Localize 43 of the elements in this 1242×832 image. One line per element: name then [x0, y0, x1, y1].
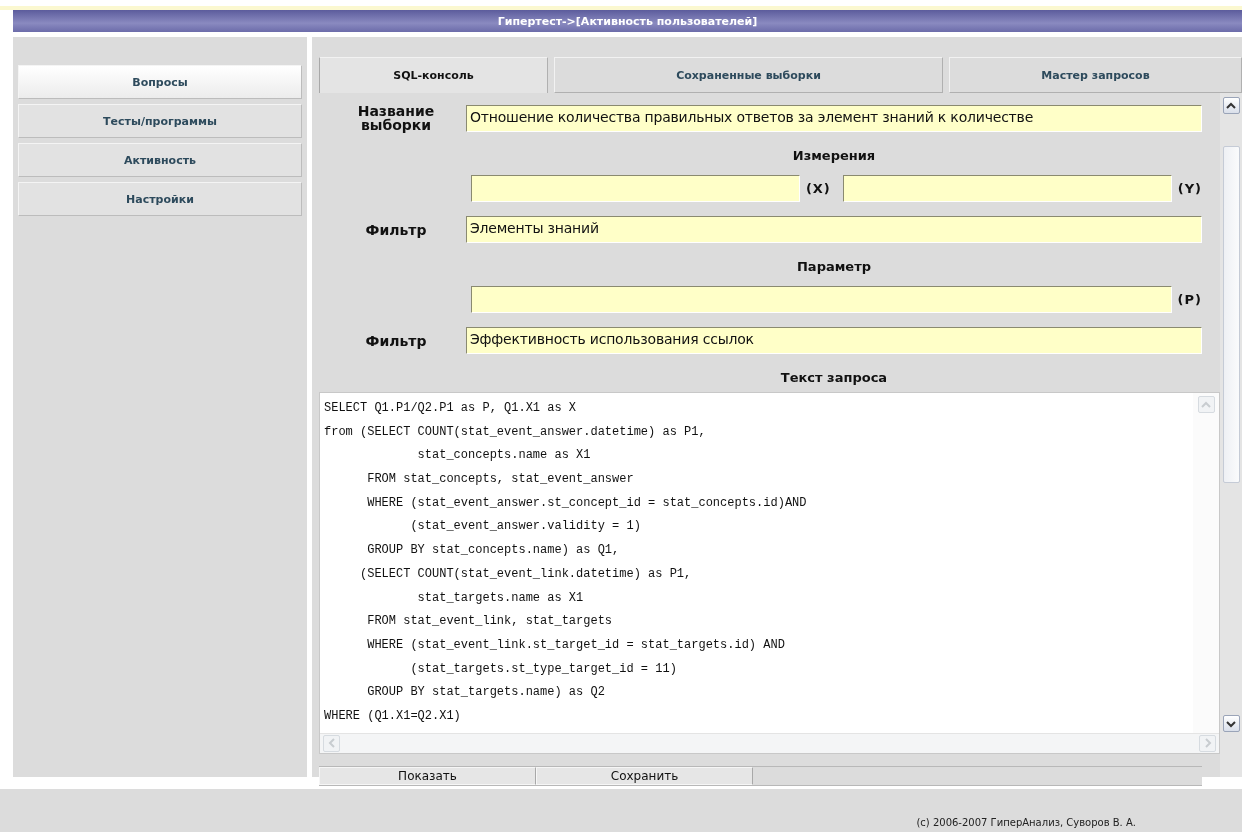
code-line: WHERE (stat_event_answer.st_concept_id = stat_concepts.id)AND: [366, 494, 807, 512]
field-label: Фильтр: [364, 333, 428, 348]
axis-label: (P): [1176, 292, 1202, 307]
field-label: Фильтр: [364, 222, 428, 237]
axis-label: (X): [804, 181, 831, 196]
code-line: from (SELECT COUNT(stat_event_answer.datetime) as P1,: [324, 423, 706, 441]
action-button[interactable]: Сохранить: [536, 766, 753, 785]
input-field[interactable]: Элементы знаний: [466, 216, 1202, 243]
code-line: FROM stat_event_link, stat_targets: [366, 613, 613, 631]
scroll-up-button[interactable]: [1222, 97, 1240, 114]
copyright-text: (c) 2006-2007 ГиперАнализ, Суворов В. А.: [916, 817, 1136, 828]
field-label: Название выборки: [356, 104, 436, 132]
action-button[interactable]: Показать: [319, 766, 536, 785]
tab[interactable]: Мастер запросов: [949, 57, 1242, 93]
section-heading: Измерения: [791, 148, 877, 163]
section-heading: Текст запроса: [779, 370, 889, 385]
sidebar-item[interactable]: Настройки: [18, 182, 302, 216]
sidebar-item[interactable]: Вопросы: [18, 65, 302, 99]
code-line: (stat_event_answer.validity = 1): [409, 518, 641, 536]
code-line: (SELECT COUNT(stat_event_link.datetime) as P1,: [359, 565, 692, 583]
input-field[interactable]: Эффективность использования ссылок: [466, 327, 1202, 354]
code-line: GROUP BY stat_concepts.name) as Q1,: [366, 542, 620, 560]
tab[interactable]: Сохраненные выборки: [554, 57, 943, 93]
window-title: Гипертест->[Активность пользователей]: [13, 10, 1242, 32]
tab[interactable]: SQL-консоль: [319, 57, 548, 93]
code-line: stat_concepts.name as X1: [416, 447, 591, 465]
sidebar-item[interactable]: Тесты/программы: [18, 104, 302, 138]
axis-label: (Y): [1176, 181, 1202, 196]
input-field[interactable]: [471, 175, 800, 202]
input-field[interactable]: Отношение количества правильных ответов за элемент знаний к количестве: [466, 104, 1202, 132]
code-line: (stat_targets.st_type_target_id = 11): [409, 660, 677, 678]
section-heading: Параметр: [796, 259, 872, 274]
code-line: WHERE (Q1.X1=Q2.X1): [324, 707, 461, 725]
code-line: FROM stat_concepts, stat_event_answer: [366, 471, 634, 489]
input-field[interactable]: [842, 175, 1172, 202]
input-field[interactable]: [471, 286, 1172, 313]
code-line: GROUP BY stat_targets.name) as Q2: [366, 684, 605, 702]
sidebar-item[interactable]: Активность: [18, 143, 302, 177]
code-line: WHERE (stat_event_link.st_target_id = stat_targets.id) AND: [366, 636, 785, 654]
scroll-down-button[interactable]: [1222, 715, 1240, 732]
code-line: stat_targets.name as X1: [416, 589, 584, 607]
scrollbar-thumb[interactable]: [1222, 146, 1240, 483]
code-line: SELECT Q1.P1/Q2.P1 as P, Q1.X1 as X: [324, 400, 577, 417]
